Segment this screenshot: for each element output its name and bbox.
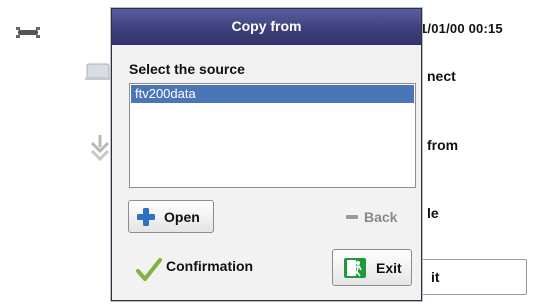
file-menu-label[interactable]: le (427, 205, 439, 221)
open-button-label: Open (164, 209, 200, 225)
plus-icon (137, 208, 155, 226)
minus-icon (346, 215, 358, 219)
copy-from-menu-label[interactable]: from (427, 137, 458, 153)
background-exit-label: it (431, 269, 440, 285)
confirmation-label[interactable]: Confirmation (166, 258, 253, 274)
computer-icon (85, 63, 111, 80)
download-icon (90, 135, 110, 162)
source-listbox[interactable]: ftv200data (129, 83, 416, 188)
list-item[interactable]: ftv200data (131, 85, 414, 103)
datetime-display: 1/01/00 00:15 (420, 21, 503, 36)
background-exit-button[interactable]: it (419, 259, 527, 295)
copy-from-dialog: Copy from Select the source ftv200data O… (111, 8, 422, 301)
dialog-titlebar: Copy from (112, 9, 421, 45)
select-source-label: Select the source (129, 61, 245, 77)
exit-button-label: Exit (376, 260, 402, 276)
exit-icon (344, 258, 366, 278)
dialog-title: Copy from (231, 18, 302, 34)
plug-icon (16, 27, 40, 38)
exit-button[interactable]: Exit (332, 249, 412, 286)
connect-menu-label[interactable]: nect (427, 68, 456, 84)
checkmark-icon (136, 258, 162, 281)
open-button[interactable]: Open (128, 200, 214, 233)
back-button-label: Back (364, 209, 398, 225)
